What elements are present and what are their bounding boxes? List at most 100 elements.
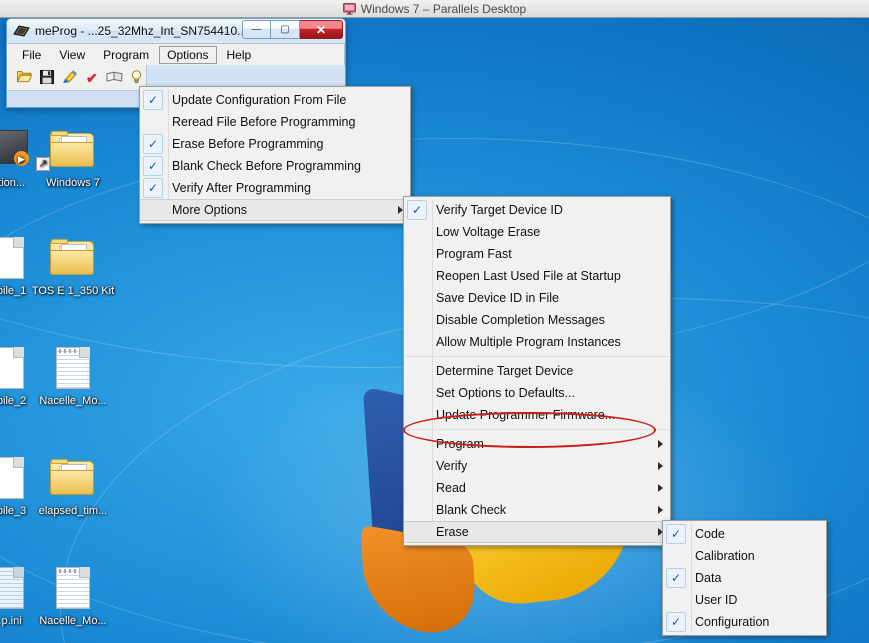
monitor-icon <box>342 2 356 15</box>
menu-item-label: Set Options to Defaults... <box>436 386 575 400</box>
menu-item-label: Allow Multiple Program Instances <box>436 335 621 349</box>
help-hint-icon[interactable] <box>131 69 142 86</box>
menu-item-label: Verify <box>436 459 468 473</box>
notepad-file-icon <box>30 344 116 392</box>
menu-separator <box>405 356 669 357</box>
submenu-arrow-icon <box>658 440 663 448</box>
menu-item-label: User ID <box>695 593 738 607</box>
menu-item-label: Update Programmer Firmware... <box>436 408 616 422</box>
menu-item-erase-calibration[interactable]: Calibration <box>663 545 826 567</box>
menu-item-label: Update Configuration From File <box>172 93 347 107</box>
checkmark-icon: ✓ <box>143 178 163 198</box>
open-file-icon[interactable] <box>16 70 33 85</box>
meprog-toolbar[interactable]: ✔ <box>7 65 147 91</box>
menu-item-verify-after-programming[interactable]: ✓ Verify After Programming <box>140 177 410 199</box>
menu-item-erase-configuration[interactable]: ✓ Configuration <box>663 611 826 633</box>
program-device-icon[interactable] <box>62 69 78 86</box>
menubar-item-view[interactable]: View <box>51 46 93 64</box>
checkmark-icon: ✓ <box>666 612 686 632</box>
menu-item-label: Program Fast <box>436 247 512 261</box>
shortcut-arrow-icon: ↗ <box>36 157 50 171</box>
menubar-item-file[interactable]: File <box>14 46 49 64</box>
checkmark-icon: ✓ <box>143 134 163 154</box>
blank-check-icon[interactable] <box>106 70 123 85</box>
menu-item-label: Reopen Last Used File at Startup <box>436 269 621 283</box>
menu-item-blank-check[interactable]: Blank Check <box>404 499 670 521</box>
erase-submenu[interactable]: ✓ Code Calibration ✓ Data User ID ✓ Conf… <box>662 520 827 636</box>
folder-icon <box>30 454 116 502</box>
menu-item-label: Calibration <box>695 549 755 563</box>
desktop-icon-elapsed-time[interactable]: elapsed_tim... <box>30 454 116 517</box>
menu-item-set-options-to-defaults[interactable]: Set Options to Defaults... <box>404 382 670 404</box>
menu-item-label: Erase <box>436 525 469 539</box>
menu-item-label: Save Device ID in File <box>436 291 559 305</box>
menu-item-allow-multiple-program-instances[interactable]: Allow Multiple Program Instances <box>404 331 670 353</box>
desktop-icon-label: TOS E 1_350 Kit <box>31 285 115 297</box>
menu-item-label: Verify After Programming <box>172 181 311 195</box>
meprog-menubar[interactable]: File View Program Options Help <box>7 43 345 65</box>
menu-item-update-programmer-firmware[interactable]: Update Programmer Firmware... <box>404 404 670 426</box>
menu-separator <box>405 429 669 430</box>
menu-item-determine-target-device[interactable]: Determine Target Device <box>404 360 670 382</box>
menu-item-reopen-last-used-file-at-startup[interactable]: Reopen Last Used File at Startup <box>404 265 670 287</box>
close-button[interactable]: ✕ <box>300 20 343 39</box>
desktop-icon-windows-7[interactable]: ↗ Windows 7 <box>30 126 116 189</box>
menu-item-label: Determine Target Device <box>436 364 574 378</box>
menu-item-label: Reread File Before Programming <box>172 115 356 129</box>
menu-item-save-device-id-in-file[interactable]: Save Device ID in File <box>404 287 670 309</box>
checkmark-icon: ✓ <box>407 200 427 220</box>
checkmark-icon: ✓ <box>666 568 686 588</box>
menu-item-low-voltage-erase[interactable]: Low Voltage Erase <box>404 221 670 243</box>
menu-item-erase-code[interactable]: ✓ Code <box>663 523 826 545</box>
desktop-icon-label: Nacelle_Mo... <box>39 395 107 407</box>
menu-item-label: Low Voltage Erase <box>436 225 541 239</box>
menu-item-reread-file-before-programming[interactable]: Reread File Before Programming <box>140 111 410 133</box>
menu-item-label: Read <box>436 481 466 495</box>
desktop-icon-nacelle-1[interactable]: Nacelle_Mo... <box>30 344 116 407</box>
options-menu[interactable]: ✓ Update Configuration From File Reread … <box>139 86 411 224</box>
submenu-arrow-icon <box>658 506 663 514</box>
menu-item-verify-target-device-id[interactable]: ✓ Verify Target Device ID <box>404 199 670 221</box>
menu-item-erase-user-id[interactable]: User ID <box>663 589 826 611</box>
folder-icon: ↗ <box>30 126 116 174</box>
menubar-item-options[interactable]: Options <box>159 45 217 64</box>
submenu-arrow-icon <box>658 462 663 470</box>
submenu-arrow-icon <box>658 484 663 492</box>
menu-item-label: Program <box>436 437 484 451</box>
desktop-icon-nacelle-2[interactable]: Nacelle_Mo... <box>30 564 116 627</box>
menu-item-update-configuration-from-file[interactable]: ✓ Update Configuration From File <box>140 89 410 111</box>
parallels-desktop-title: Windows 7 – Parallels Desktop <box>360 1 527 16</box>
menu-item-erase-data[interactable]: ✓ Data <box>663 567 826 589</box>
menubar-item-program[interactable]: Program <box>95 46 157 64</box>
menu-item-program-fast[interactable]: Program Fast <box>404 243 670 265</box>
menu-item-erase[interactable]: Erase <box>404 521 670 543</box>
checkmark-icon: ✓ <box>143 156 163 176</box>
chip-icon <box>13 24 30 38</box>
parallels-desktop-titlebar: Windows 7 – Parallels Desktop <box>0 0 869 18</box>
meprog-window-title: meProg - ...25_32Mhz_Int_SN754410.... <box>35 24 251 38</box>
verify-icon[interactable]: ✔ <box>86 71 98 85</box>
menu-item-label: Blank Check Before Programming <box>172 159 361 173</box>
desktop-icon-tos-kit[interactable]: TOS E 1_350 Kit <box>30 234 116 297</box>
menu-item-erase-before-programming[interactable]: ✓ Erase Before Programming <box>140 133 410 155</box>
menu-item-label: Code <box>695 527 725 541</box>
menu-item-read[interactable]: Read <box>404 477 670 499</box>
menu-item-label: Disable Completion Messages <box>436 313 605 327</box>
windows-desktop[interactable]: ✦ ✦ ✦ ✦ ▶ ...tion... ...bile_1 ...bile_2… <box>0 18 869 643</box>
window-controls[interactable]: — ▢ ✕ <box>242 20 343 39</box>
save-file-icon[interactable] <box>40 69 54 86</box>
menu-item-more-options[interactable]: More Options <box>140 199 410 221</box>
minimize-button[interactable]: — <box>242 20 271 39</box>
meprog-titlebar[interactable]: meProg - ...25_32Mhz_Int_SN754410.... — … <box>7 19 345 43</box>
menu-item-program[interactable]: Program <box>404 433 670 455</box>
notepad-file-icon <box>30 564 116 612</box>
menu-item-label: Erase Before Programming <box>172 137 324 151</box>
maximize-button[interactable]: ▢ <box>271 20 300 39</box>
menu-item-label: Data <box>695 571 722 585</box>
menu-item-verify[interactable]: Verify <box>404 455 670 477</box>
menubar-item-help[interactable]: Help <box>219 46 260 64</box>
menu-item-disable-completion-messages[interactable]: Disable Completion Messages <box>404 309 670 331</box>
more-options-submenu[interactable]: ✓ Verify Target Device ID Low Voltage Er… <box>403 196 671 546</box>
checkmark-icon: ✓ <box>143 90 163 110</box>
menu-item-blank-check-before-programming[interactable]: ✓ Blank Check Before Programming <box>140 155 410 177</box>
